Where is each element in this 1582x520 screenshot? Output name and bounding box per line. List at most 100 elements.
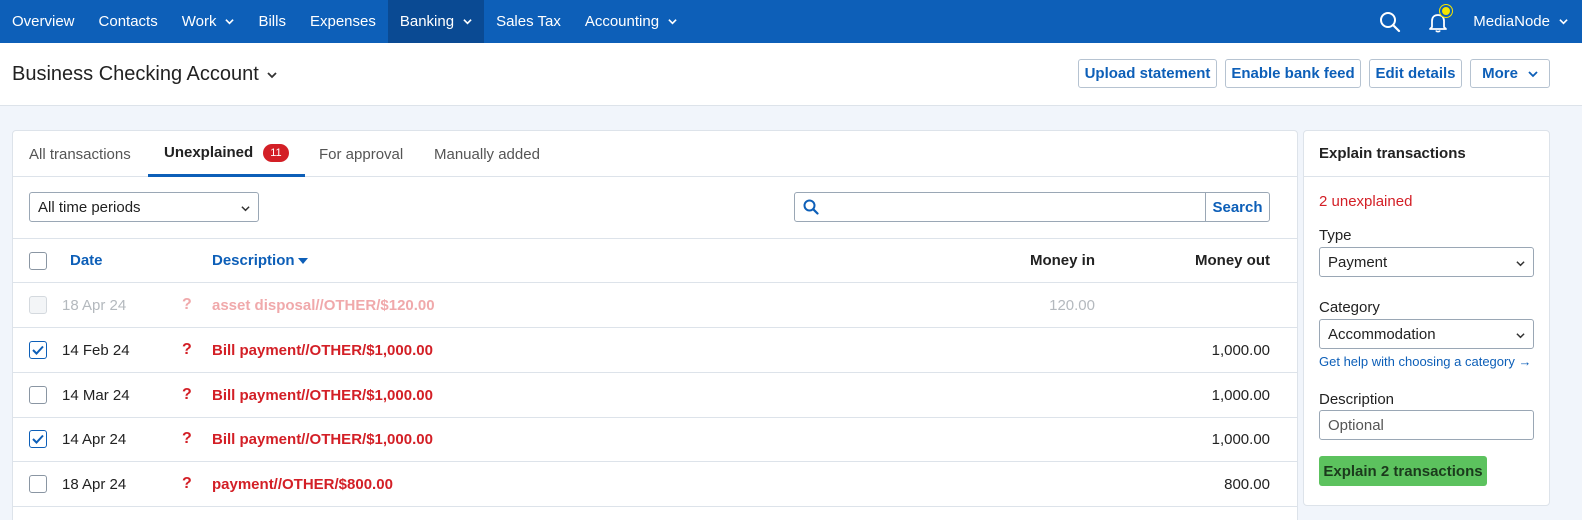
nav-label: Overview bbox=[12, 13, 75, 30]
row-money-in bbox=[913, 373, 1095, 417]
row-description-link[interactable]: payment//OTHER/$800.00 bbox=[212, 462, 393, 506]
table-row[interactable]: 18 Apr 24 ? payment//OTHER/$800.00 800.0… bbox=[13, 462, 1297, 507]
nav-accounting[interactable]: Accounting bbox=[573, 0, 689, 43]
description-field[interactable] bbox=[1319, 410, 1534, 440]
description-header-label: Description bbox=[212, 252, 295, 269]
search-icon[interactable] bbox=[1377, 9, 1403, 35]
chevron-down-icon bbox=[267, 71, 277, 78]
time-period-value: All time periods bbox=[38, 198, 141, 216]
tab-label: All transactions bbox=[29, 145, 131, 163]
tab-label: Manually added bbox=[434, 145, 540, 163]
tab-unexplained[interactable]: Unexplained 11 bbox=[148, 131, 305, 177]
nav-work[interactable]: Work bbox=[170, 0, 247, 43]
nav-label: Work bbox=[181, 13, 217, 30]
nav-label: Bills bbox=[258, 13, 286, 30]
type-select[interactable]: Payment bbox=[1319, 247, 1534, 277]
row-money-out: 1,000.00 bbox=[1211, 341, 1270, 359]
chevron-down-icon bbox=[668, 19, 677, 25]
tab-all-transactions[interactable]: All transactions bbox=[29, 131, 131, 177]
row-money-out: 1,000.00 bbox=[1211, 430, 1270, 448]
nav-contacts[interactable]: Contacts bbox=[87, 0, 170, 43]
type-label: Type bbox=[1319, 227, 1352, 244]
tab-for-approval[interactable]: For approval bbox=[319, 131, 403, 177]
row-money-in: 120.00 bbox=[1049, 296, 1095, 314]
check-icon bbox=[32, 434, 44, 444]
search-input[interactable] bbox=[794, 192, 1206, 222]
notification-dot bbox=[1440, 4, 1453, 17]
unexplained-flag-icon: ? bbox=[182, 430, 192, 447]
unexplained-flag-icon: ? bbox=[182, 475, 192, 492]
unexplained-count: 2 unexplained bbox=[1319, 193, 1413, 210]
row-date: 18 Apr 24 bbox=[62, 475, 127, 493]
tab-label: Unexplained bbox=[164, 144, 254, 161]
table-row[interactable]: 14 Apr 24 ? Bill payment//OTHER/$1,000.0… bbox=[13, 417, 1297, 462]
table-row[interactable]: 14 Mar 24 ? Bill payment//OTHER/$1,000.0… bbox=[13, 373, 1297, 418]
nav-bills[interactable]: Bills bbox=[246, 0, 298, 43]
row-date: 14 Apr 24 bbox=[62, 430, 127, 448]
row-date: 14 Feb 24 bbox=[62, 341, 130, 359]
time-period-select[interactable]: All time periods bbox=[29, 192, 259, 222]
more-button[interactable]: More bbox=[1470, 59, 1550, 88]
row-checkbox[interactable] bbox=[29, 341, 47, 359]
transactions-panel: All transactions Unexplained 11 For appr… bbox=[12, 130, 1298, 520]
row-checkbox[interactable] bbox=[29, 430, 47, 448]
row-money-out: 1,000.00 bbox=[1211, 386, 1270, 404]
explain-transactions-button[interactable]: Explain 2 transactions bbox=[1319, 456, 1487, 486]
nav-label: Sales Tax bbox=[496, 13, 561, 30]
nav-label: Expenses bbox=[309, 13, 376, 30]
row-checkbox[interactable] bbox=[29, 475, 47, 493]
unexplained-flag-icon: ? bbox=[182, 386, 192, 403]
chevron-down-icon bbox=[225, 19, 235, 25]
divider bbox=[1304, 176, 1549, 177]
row-money-in bbox=[913, 462, 1095, 506]
chevron-down-icon bbox=[241, 206, 250, 212]
search-button[interactable]: Search bbox=[1205, 192, 1270, 222]
row-description-link[interactable]: Bill payment//OTHER/$1,000.00 bbox=[212, 417, 433, 461]
nav-overview[interactable]: Overview bbox=[0, 0, 87, 43]
explain-panel-title: Explain transactions bbox=[1319, 145, 1466, 162]
user-menu[interactable]: MediaNode bbox=[1473, 13, 1568, 30]
nav-sales-tax[interactable]: Sales Tax bbox=[484, 0, 573, 43]
category-help-link[interactable]: Get help with choosing a category → bbox=[1319, 354, 1531, 369]
nav-expenses[interactable]: Expenses bbox=[298, 0, 388, 43]
top-nav: Overview Contacts Work Bills Expenses Ba… bbox=[0, 0, 1582, 43]
select-all-cell bbox=[29, 239, 47, 282]
table-row[interactable]: 14 Feb 24 ? Bill payment//OTHER/$1,000.0… bbox=[13, 328, 1297, 373]
row-money-out bbox=[1103, 283, 1270, 327]
row-description-link[interactable]: Bill payment//OTHER/$1,000.00 bbox=[212, 328, 433, 372]
count-badge: 11 bbox=[263, 143, 289, 162]
row-checkbox-cell bbox=[29, 462, 47, 506]
nav-label: Banking bbox=[399, 13, 455, 30]
tab-manually-added[interactable]: Manually added bbox=[434, 131, 540, 177]
row-description-link[interactable]: asset disposal//OTHER/$120.00 bbox=[212, 283, 435, 327]
table-row[interactable]: 18 Apr 24 ? asset disposal//OTHER/$120.0… bbox=[13, 283, 1297, 328]
search-icon bbox=[803, 199, 819, 215]
row-date: 14 Mar 24 bbox=[62, 386, 130, 404]
upload-statement-button[interactable]: Upload statement bbox=[1078, 59, 1217, 88]
unexplained-flag-icon: ? bbox=[182, 296, 192, 313]
account-selector[interactable]: Business Checking Account bbox=[12, 63, 277, 86]
category-select[interactable]: Accommodation bbox=[1319, 319, 1534, 349]
description-column-header[interactable]: Description bbox=[212, 239, 308, 282]
category-value: Accommodation bbox=[1328, 325, 1436, 343]
row-date: 18 Apr 24 bbox=[62, 296, 127, 314]
more-label: More bbox=[1482, 65, 1518, 82]
row-checkbox[interactable] bbox=[29, 386, 47, 404]
page-title: Business Checking Account bbox=[12, 63, 259, 85]
row-money-in bbox=[913, 328, 1095, 372]
row-checkbox bbox=[29, 296, 47, 314]
tab-label: For approval bbox=[319, 145, 404, 163]
edit-details-button[interactable]: Edit details bbox=[1369, 59, 1462, 88]
row-checkbox-cell bbox=[29, 328, 47, 372]
chevron-down-icon bbox=[1516, 333, 1525, 339]
row-description-link[interactable]: Bill payment//OTHER/$1,000.00 bbox=[212, 373, 433, 417]
bell-icon[interactable] bbox=[1425, 4, 1453, 35]
chevron-down-icon bbox=[463, 19, 472, 25]
money-out-column-header: Money out bbox=[1195, 252, 1270, 269]
select-all-checkbox[interactable] bbox=[29, 251, 47, 270]
transaction-tabs: All transactions Unexplained 11 For appr… bbox=[13, 131, 1297, 177]
enable-bank-feed-button[interactable]: Enable bank feed bbox=[1225, 59, 1361, 88]
check-icon bbox=[32, 345, 44, 355]
nav-banking[interactable]: Banking bbox=[387, 0, 485, 43]
date-column-header[interactable]: Date bbox=[70, 239, 103, 282]
